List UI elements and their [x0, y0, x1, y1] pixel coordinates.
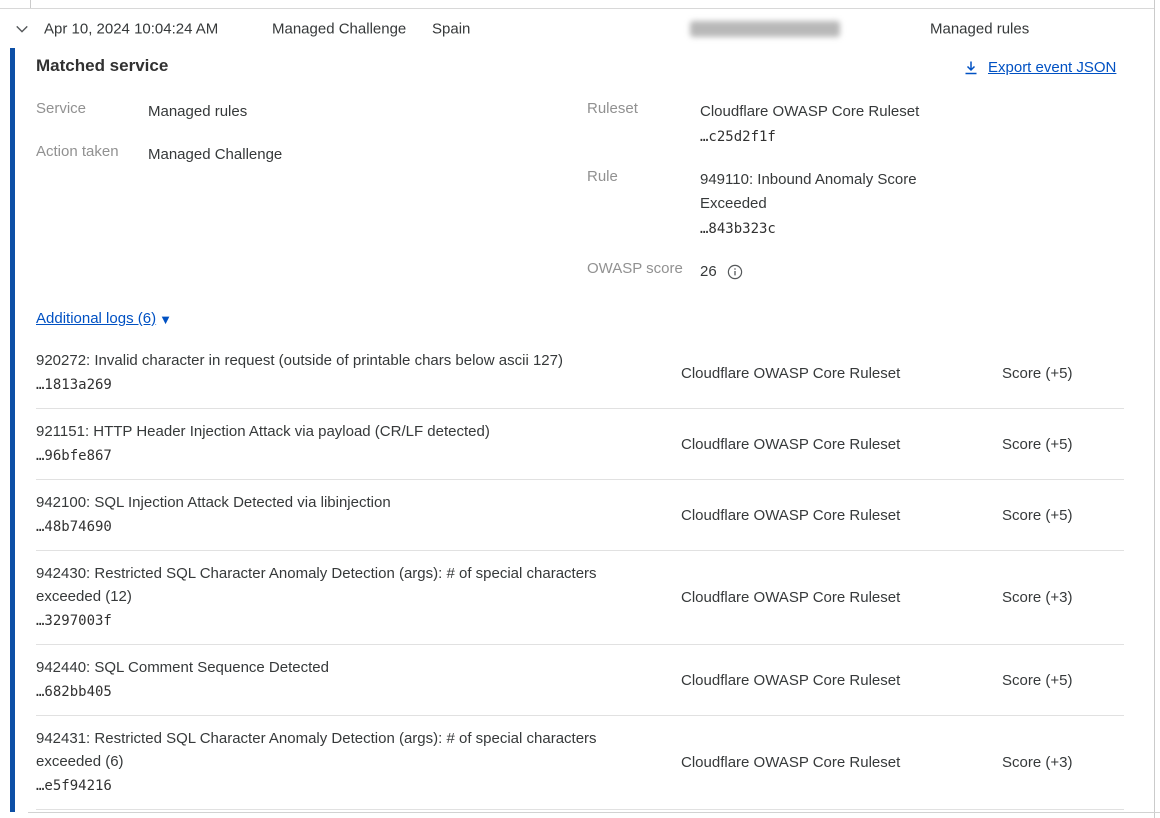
log-score: Score (+3): [1002, 589, 1119, 606]
log-rule-hash: …96bfe867: [36, 445, 631, 468]
ruleset-id-hash: …c25d2f1f: [700, 125, 950, 149]
log-score: Score (+3): [1002, 754, 1119, 771]
log-ruleset: Cloudflare OWASP Core Ruleset: [681, 589, 951, 606]
field-ruleset: Ruleset Cloudflare OWASP Core Ruleset …c…: [587, 100, 950, 149]
log-rule-hash: …1813a269: [36, 374, 631, 397]
log-ruleset: Cloudflare OWASP Core Ruleset: [681, 672, 951, 689]
log-rule-hash: …3297003f: [36, 610, 631, 633]
panel-right-border: [1154, 0, 1155, 818]
info-icon[interactable]: [727, 264, 743, 280]
event-service: Managed rules: [930, 20, 1029, 37]
rule-id-hash: …843b323c: [700, 217, 950, 241]
firewall-event-panel: Apr 10, 2024 10:04:24 AM Managed Challen…: [0, 0, 1160, 818]
log-row: 942100: SQL Injection Attack Detected vi…: [36, 480, 1124, 551]
export-event-json-label: Export event JSON: [988, 59, 1116, 76]
field-action-taken: Action taken Managed Challenge: [36, 143, 468, 167]
field-label: Rule: [587, 168, 700, 241]
caret-down-icon: ▼: [159, 313, 172, 326]
field-value: Managed Challenge: [148, 143, 468, 167]
log-rule-hash: …48b74690: [36, 516, 631, 539]
log-ruleset: Cloudflare OWASP Core Ruleset: [681, 436, 951, 453]
additional-logs-table: 920272: Invalid character in request (ou…: [36, 347, 1124, 810]
field-value: Managed rules: [148, 100, 468, 124]
matched-service-heading: Matched service: [36, 56, 168, 76]
field-label: OWASP score: [587, 260, 700, 284]
field-rule: Rule 949110: Inbound Anomaly Score Excee…: [587, 168, 950, 241]
log-rule-hash: …e5f94216: [36, 775, 631, 798]
rule-name: 949110: Inbound Anomaly Score Exceeded: [700, 168, 950, 216]
log-ruleset: Cloudflare OWASP Core Ruleset: [681, 754, 951, 771]
chevron-down-icon[interactable]: [13, 20, 31, 38]
log-description: 942431: Restricted SQL Character Anomaly…: [36, 727, 631, 773]
log-ruleset: Cloudflare OWASP Core Ruleset: [681, 507, 951, 524]
field-label: Service: [36, 100, 148, 124]
download-icon: [963, 60, 979, 76]
log-ruleset: Cloudflare OWASP Core Ruleset: [681, 365, 951, 382]
additional-logs-toggle[interactable]: Additional logs (6) ▼: [36, 310, 172, 327]
field-label: Ruleset: [587, 100, 700, 149]
field-label: Action taken: [36, 143, 148, 167]
log-description: 942440: SQL Comment Sequence Detected: [36, 656, 631, 679]
event-timestamp: Apr 10, 2024 10:04:24 AM: [44, 20, 218, 37]
log-row: 921151: HTTP Header Injection Attack via…: [36, 409, 1124, 480]
event-action: Managed Challenge: [272, 20, 406, 37]
log-row: 920272: Invalid character in request (ou…: [36, 347, 1124, 409]
log-score: Score (+5): [1002, 365, 1119, 382]
log-description: 921151: HTTP Header Injection Attack via…: [36, 420, 631, 443]
log-row: 942431: Restricted SQL Character Anomaly…: [36, 716, 1124, 810]
ruleset-name: Cloudflare OWASP Core Ruleset: [700, 100, 950, 124]
log-row: 942440: SQL Comment Sequence Detected …6…: [36, 645, 1124, 716]
matched-service-fields-left: Service Managed rules Action taken Manag…: [36, 100, 468, 186]
expanded-row-indicator: [10, 48, 15, 812]
field-owasp-score: OWASP score 26: [587, 260, 950, 284]
panel-bottom-border: [28, 812, 1160, 813]
export-event-json-link[interactable]: Export event JSON: [963, 59, 1116, 76]
owasp-score-value: 26: [700, 260, 717, 284]
log-description: 942430: Restricted SQL Character Anomaly…: [36, 562, 631, 608]
event-summary-row[interactable]: Apr 10, 2024 10:04:24 AM Managed Challen…: [0, 8, 1154, 48]
log-score: Score (+5): [1002, 436, 1119, 453]
event-country: Spain: [432, 20, 470, 37]
log-score: Score (+5): [1002, 672, 1119, 689]
log-rule-hash: …682bb405: [36, 681, 631, 704]
matched-service-fields-right: Ruleset Cloudflare OWASP Core Ruleset …c…: [587, 100, 950, 303]
log-row: 942430: Restricted SQL Character Anomaly…: [36, 551, 1124, 645]
log-description: 920272: Invalid character in request (ou…: [36, 349, 631, 372]
table-column-divider: [30, 0, 31, 8]
additional-logs-label: Additional logs (6): [36, 310, 156, 327]
log-description: 942100: SQL Injection Attack Detected vi…: [36, 491, 631, 514]
log-score: Score (+5): [1002, 507, 1119, 524]
field-service: Service Managed rules: [36, 100, 468, 124]
redacted-host-blur: [690, 21, 840, 37]
